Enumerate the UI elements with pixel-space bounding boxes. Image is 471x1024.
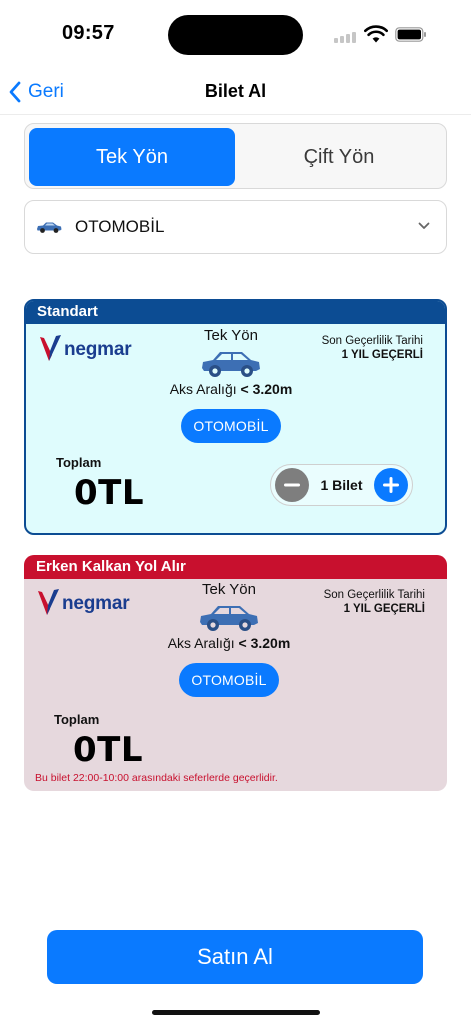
car-icon (200, 606, 258, 631)
axle-value: < 3.20m (238, 635, 291, 651)
validity-info: Son Geçerlilik Tarihi 1 YIL GEÇERLİ (324, 589, 425, 615)
negmar-logo: negmar (37, 587, 130, 621)
vehicle-type-badge: OTOMOBİL (179, 663, 279, 697)
car-icon (37, 222, 62, 233)
ticket-card-early-bird[interactable]: Erken Kalkan Yol Alır negmar Tek Yön Aks… (24, 555, 447, 791)
wifi-icon (364, 25, 388, 43)
chevron-down-icon (418, 222, 430, 229)
brand-name: negmar (62, 593, 130, 614)
cellular-signal-icon (334, 31, 358, 43)
page-title: Bilet Al (204, 81, 267, 101)
nav-divider (0, 114, 471, 115)
validity-info: Son Geçerlilik Tarihi 1 YIL GEÇERLİ (322, 335, 423, 361)
brand-name: negmar (64, 339, 132, 360)
battery-icon (395, 27, 426, 42)
total-label: Toplam (56, 455, 102, 470)
axle-range: Aks Aralığı < 3.20m (154, 635, 304, 651)
tab-round-trip[interactable]: Çift Yön (236, 128, 442, 186)
dynamic-island (168, 15, 303, 55)
axle-range: Aks Aralığı < 3.20m (156, 381, 306, 397)
ticket-direction: Tek Yön (202, 581, 256, 598)
buy-button[interactable]: Satın Al (47, 930, 423, 984)
ticket-card-standard[interactable]: Standart negmar Tek Yön Aks Aralığı < 3.… (24, 299, 447, 535)
axle-label: Aks Aralığı (167, 635, 235, 651)
minus-icon (284, 483, 300, 487)
plus-icon (382, 477, 399, 493)
validity-label: Son Geçerlilik Tarihi (321, 335, 423, 347)
vehicle-type-badge: OTOMOBİL (181, 409, 281, 443)
decrease-button[interactable] (275, 468, 309, 502)
ticket-quantity-stepper: 1 Bilet (270, 464, 413, 506)
ticket-count: 1 Bilet (320, 477, 363, 493)
negmar-logo-mark (38, 589, 59, 615)
axle-label: Aks Aralığı (169, 381, 237, 397)
ticket-card-header: Standart (26, 301, 445, 324)
navigation-bar: Geri Bilet Al (0, 72, 471, 112)
ticket-details: Tek Yön Aks Aralığı < 3.20m OTOMOBİL (154, 581, 304, 697)
total-label: Toplam (54, 712, 100, 727)
tab-one-way[interactable]: Tek Yön (29, 128, 235, 186)
ticket-card-header: Erken Kalkan Yol Alır (24, 555, 447, 579)
ticket-validity-note: Bu bilet 22:00-10:00 arasındaki seferler… (35, 772, 278, 784)
status-time: 09:57 (62, 22, 115, 44)
vehicle-type-select[interactable]: OTOMOBİL (24, 200, 447, 254)
validity-value: 1 YIL GEÇERLİ (343, 603, 425, 615)
axle-value: < 3.20m (240, 381, 293, 397)
validity-value: 1 YIL GEÇERLİ (341, 349, 423, 361)
negmar-logo: negmar (39, 333, 132, 367)
status-bar: 09:57 (0, 0, 471, 64)
total-value: 0TL (73, 730, 144, 770)
ticket-details: Tek Yön Aks Aralığı < 3.20m OTOMOBİL (156, 327, 306, 443)
negmar-logo-mark (40, 335, 61, 361)
ticket-direction: Tek Yön (204, 327, 258, 344)
direction-segmented-control: Tek Yön Çift Yön (24, 123, 447, 189)
home-indicator[interactable] (152, 1010, 320, 1015)
validity-label: Son Geçerlilik Tarihi (323, 589, 425, 601)
car-icon (202, 352, 260, 377)
increase-button[interactable] (373, 468, 408, 502)
total-value: 0TL (74, 473, 145, 513)
vehicle-type-value: OTOMOBİL (75, 217, 165, 236)
